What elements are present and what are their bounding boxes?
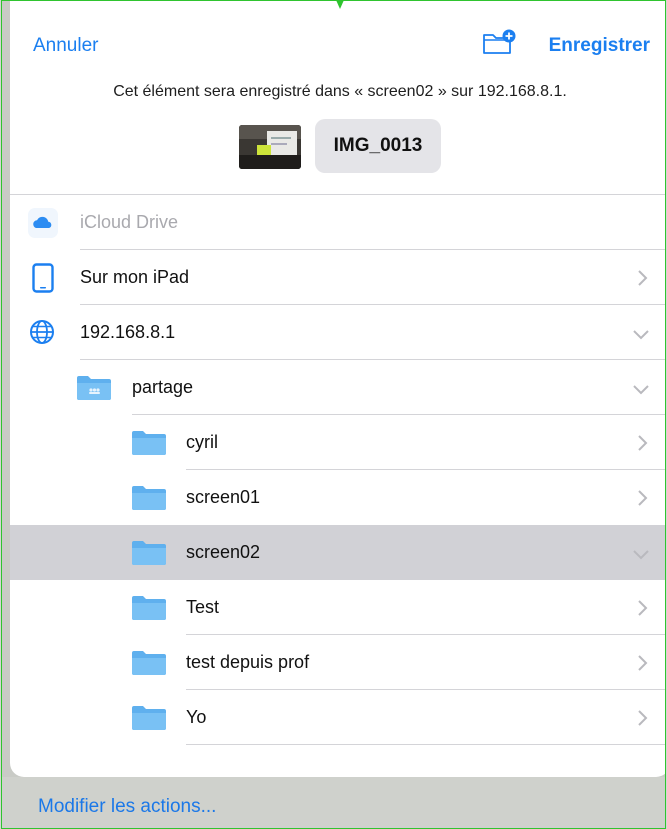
save-button[interactable]: Enregistrer	[549, 35, 650, 57]
cancel-button[interactable]: Annuler	[33, 35, 99, 57]
modify-actions-button[interactable]: Modifier les actions...	[38, 796, 216, 818]
ipad-icon	[32, 263, 54, 293]
folder-icon	[132, 596, 166, 620]
location-label: cyril	[186, 432, 218, 452]
location-row-screen01[interactable]: screen01	[10, 470, 665, 525]
destination-message: Cet élément sera enregistré dans « scree…	[113, 83, 567, 100]
window-frame: Annuler Enregistrer Cet élément sera enr…	[1, 0, 666, 829]
chevron-right-icon	[638, 710, 648, 726]
location-label: screen02	[186, 542, 261, 562]
chevron-down-icon	[633, 330, 649, 340]
location-row-icloud-drive[interactable]: iCloud Drive	[10, 195, 665, 250]
icloud-icon	[28, 208, 58, 238]
chevron-right-icon	[638, 655, 648, 671]
globe-icon	[30, 320, 54, 344]
location-label: Sur mon iPad	[80, 267, 190, 287]
location-row-test[interactable]: Test	[10, 580, 665, 635]
location-row-on-my-ipad[interactable]: Sur mon iPad	[10, 250, 665, 305]
save-sheet: Annuler Enregistrer Cet élément sera enr…	[10, 1, 665, 777]
folder-icon	[132, 651, 166, 675]
popover-arrow	[336, 1, 344, 9]
location-label: test depuis prof	[186, 652, 310, 672]
location-label: Yo	[186, 707, 207, 727]
chevron-right-icon	[638, 435, 648, 451]
location-label: screen01	[186, 487, 261, 507]
chevron-right-icon	[638, 490, 648, 506]
location-label: partage	[132, 377, 194, 397]
file-name-chip[interactable]: IMG_0013	[315, 119, 441, 173]
new-folder-icon[interactable]	[482, 29, 516, 55]
location-row-screen02[interactable]: screen02	[10, 525, 665, 580]
location-label: iCloud Drive	[80, 212, 179, 232]
location-label: Test	[186, 597, 220, 617]
location-row-test-depuis-prof[interactable]: test depuis prof	[10, 635, 665, 690]
location-row-cyril[interactable]: cyril	[10, 415, 665, 470]
folder-icon	[132, 541, 166, 565]
chevron-down-icon	[633, 550, 649, 560]
location-row-partage[interactable]: partage	[10, 360, 665, 415]
folder-icon	[132, 431, 166, 455]
chevron-right-icon	[638, 600, 648, 616]
folder-icon	[132, 706, 166, 730]
location-label: 192.168.8.1	[80, 322, 176, 342]
chevron-right-icon	[638, 270, 648, 286]
row-separator	[186, 744, 665, 745]
location-row-yo[interactable]: Yo	[10, 690, 665, 745]
file-thumbnail	[239, 125, 301, 169]
share-actions-bar: Modifier les actions...	[2, 777, 665, 828]
shared-folder-icon	[77, 376, 111, 400]
folder-icon	[132, 486, 166, 510]
location-row-server[interactable]: 192.168.8.1	[10, 305, 665, 360]
chevron-down-icon	[633, 385, 649, 395]
